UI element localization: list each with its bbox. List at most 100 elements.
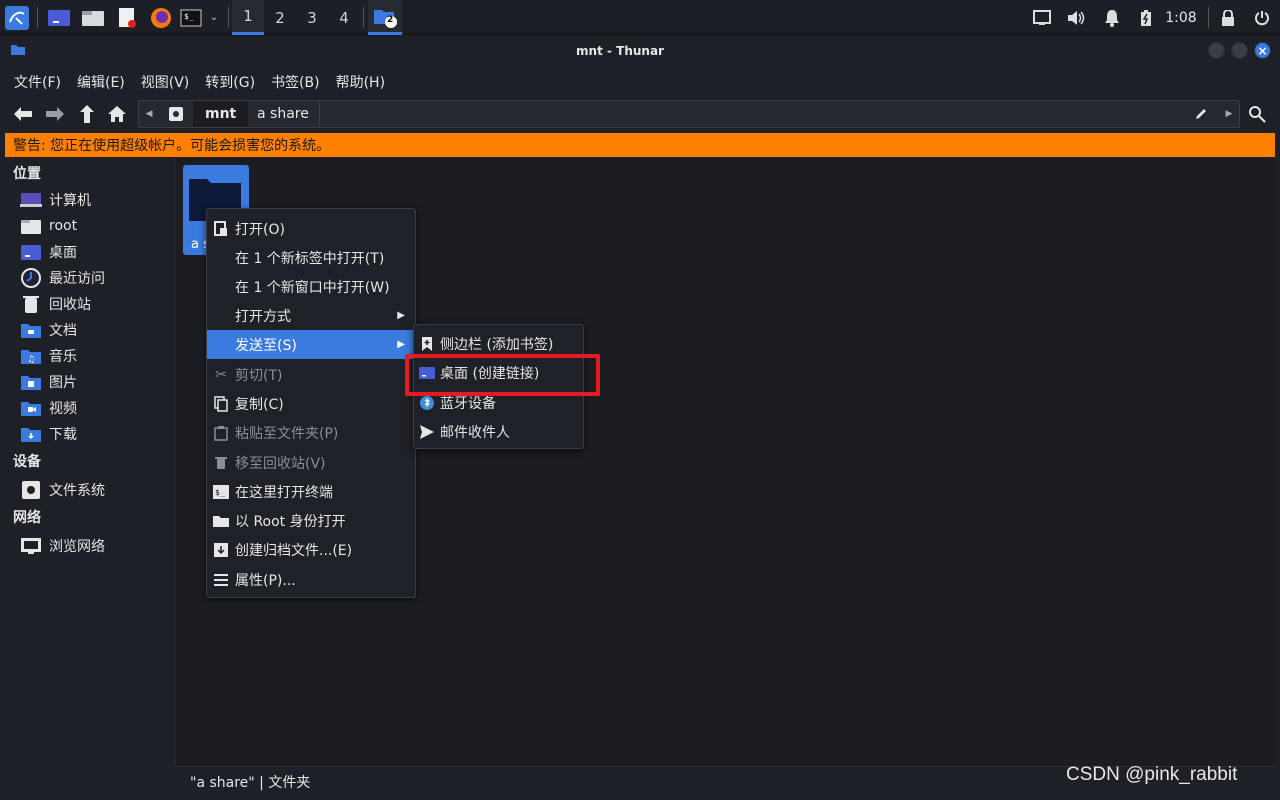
- menu-item-cut[interactable]: ✂ 剪切(T): [207, 360, 415, 389]
- menu-item-open-as-root[interactable]: 以 Root 身份打开: [207, 506, 415, 535]
- menu-item-label: 打开方式: [235, 308, 291, 325]
- sidebar-item-recent[interactable]: 最近访问: [19, 266, 105, 290]
- sidebar-item-videos[interactable]: 视频: [19, 396, 77, 420]
- menu-item-label: 邮件收件人: [440, 424, 510, 441]
- battery-icon[interactable]: [1134, 0, 1158, 35]
- home-folder-icon: [19, 216, 43, 236]
- menu-item-label: 侧边栏 (添加书签): [440, 336, 554, 353]
- menu-item-send-to-sidebar[interactable]: 侧边栏 (添加书签): [414, 329, 583, 358]
- display-icon[interactable]: [1030, 0, 1054, 35]
- terminal-launcher-icon[interactable]: $_: [178, 0, 204, 35]
- menu-item-label: 在这里打开终端: [235, 484, 333, 501]
- crumb-a-share[interactable]: a share: [245, 101, 321, 127]
- close-icon: ×: [1257, 43, 1268, 58]
- lock-icon[interactable]: [1216, 0, 1240, 35]
- titlebar[interactable]: mnt - Thunar ×: [0, 36, 1280, 65]
- sidebar-item-computer[interactable]: 计算机: [19, 188, 91, 212]
- maximize-button[interactable]: [1231, 42, 1248, 59]
- menu-item-open-new-tab[interactable]: 在 1 个新标签中打开(T): [207, 243, 415, 272]
- clock[interactable]: 1:08: [1160, 0, 1202, 35]
- menu-item-open[interactable]: 打开(O): [207, 214, 415, 243]
- minimize-button[interactable]: [1208, 42, 1225, 59]
- close-button[interactable]: ×: [1254, 42, 1271, 59]
- menu-help[interactable]: 帮助(H): [328, 72, 393, 92]
- workspace-4[interactable]: 4: [328, 0, 360, 35]
- menu-item-properties[interactable]: 属性(P)...: [207, 565, 415, 594]
- sidebar-item-label: 文档: [49, 323, 77, 339]
- sidebar-item-label: 最近访问: [49, 271, 105, 287]
- notification-bell-icon[interactable]: [1100, 0, 1124, 35]
- menu-item-paste-into-folder[interactable]: 粘贴至文件夹(P): [207, 418, 415, 447]
- sidebar-item-desktop[interactable]: 桌面: [19, 240, 77, 264]
- edit-location-button[interactable]: [1189, 101, 1213, 127]
- filesystem-root-button[interactable]: [161, 101, 191, 127]
- send-icon: [414, 424, 440, 439]
- menu-item-open-new-window[interactable]: 在 1 个新窗口中打开(W): [207, 272, 415, 301]
- file-manager-launcher-icon[interactable]: [78, 0, 108, 35]
- kali-menu-icon[interactable]: [2, 0, 32, 35]
- sidebar-item-label: 回收站: [49, 297, 91, 313]
- music-folder-icon: ♫: [19, 346, 43, 366]
- sidebar-item-trash[interactable]: 回收站: [19, 292, 91, 316]
- workspace-1[interactable]: 1: [232, 0, 264, 35]
- drive-icon: [169, 107, 183, 121]
- crumb-mnt[interactable]: mnt: [193, 101, 249, 127]
- sidebar-item-pictures[interactable]: 图片: [19, 370, 77, 394]
- chevron-down-icon[interactable]: ⌄: [204, 0, 224, 35]
- menu-item-send-to-mail[interactable]: 邮件收件人: [414, 417, 583, 446]
- up-button[interactable]: [74, 98, 100, 130]
- path-bar: ◀ mnt a share ▶: [138, 100, 1240, 128]
- sidebar-item-browse-network[interactable]: 浏览网络: [19, 534, 105, 558]
- volume-icon[interactable]: [1064, 0, 1088, 35]
- power-icon[interactable]: [1250, 0, 1274, 35]
- forward-button[interactable]: [42, 98, 68, 130]
- pencil-icon: [1196, 109, 1206, 119]
- menu-item-label: 桌面 (创建链接): [440, 365, 540, 382]
- menu-file[interactable]: 文件(F): [6, 72, 69, 92]
- sidebar-heading-places: 位置: [13, 166, 41, 182]
- menu-item-send-to[interactable]: 发送至(S) ▶: [207, 330, 415, 359]
- search-button[interactable]: [1244, 100, 1270, 128]
- menu-item-copy[interactable]: 复制(C): [207, 389, 415, 418]
- menu-item-open-with[interactable]: 打开方式 ▶: [207, 301, 415, 330]
- bluetooth-icon: [414, 395, 440, 410]
- menu-item-label: 属性(P)...: [235, 572, 296, 589]
- menubar: 文件(F) 编辑(E) 视图(V) 转到(G) 书签(B) 帮助(H): [0, 69, 393, 95]
- sidebar-heading-network: 网络: [13, 510, 41, 526]
- text-editor-launcher-icon[interactable]: [112, 0, 142, 35]
- sidebar-heading-devices: 设备: [13, 454, 41, 470]
- menu-bookmarks[interactable]: 书签(B): [263, 72, 328, 92]
- path-scroll-left[interactable]: ◀: [139, 101, 159, 127]
- menu-item-move-to-trash[interactable]: 移至回收站(V): [207, 448, 415, 477]
- sidebar-item-music[interactable]: ♫ 音乐: [19, 344, 77, 368]
- menu-item-send-to-bluetooth[interactable]: 蓝牙设备: [414, 388, 583, 417]
- sidebar-item-downloads[interactable]: 下载: [19, 422, 77, 446]
- sidebar-item-label: 浏览网络: [49, 539, 105, 555]
- menu-item-send-to-desktop[interactable]: 桌面 (创建链接): [414, 358, 583, 387]
- sidebar-item-root[interactable]: root: [19, 214, 77, 238]
- menu-view[interactable]: 视图(V): [133, 72, 198, 92]
- path-scroll-right[interactable]: ▶: [1219, 101, 1239, 127]
- desktop-icon: [414, 366, 440, 379]
- workspace-3[interactable]: 3: [296, 0, 328, 35]
- home-button[interactable]: [104, 98, 130, 130]
- taskbar-thunar-button[interactable]: 2: [368, 0, 402, 35]
- menu-go[interactable]: 转到(G): [197, 72, 263, 92]
- computer-icon: [19, 190, 43, 210]
- menu-item-create-archive[interactable]: 创建归档文件...(E): [207, 535, 415, 564]
- show-desktop-icon[interactable]: [44, 0, 74, 35]
- pictures-folder-icon: [19, 372, 43, 392]
- sidebar-item-documents[interactable]: 文档: [19, 318, 77, 342]
- properties-icon: [207, 573, 235, 586]
- back-button[interactable]: [10, 98, 36, 130]
- firefox-launcher-icon[interactable]: [146, 0, 176, 35]
- svg-text:$_: $_: [184, 12, 194, 21]
- sidebar-item-label: 音乐: [49, 349, 77, 365]
- menu-item-open-terminal-here[interactable]: $_ 在这里打开终端: [207, 477, 415, 506]
- workspace-2[interactable]: 2: [264, 0, 296, 35]
- sidebar-item-filesystem[interactable]: 文件系统: [19, 478, 105, 502]
- menu-item-label: 创建归档文件...(E): [235, 542, 353, 559]
- menu-edit[interactable]: 编辑(E): [69, 72, 133, 92]
- context-menu: 打开(O) 在 1 个新标签中打开(T) 在 1 个新窗口中打开(W) 打开方式…: [206, 208, 416, 598]
- window-title: mnt - Thunar: [576, 43, 664, 58]
